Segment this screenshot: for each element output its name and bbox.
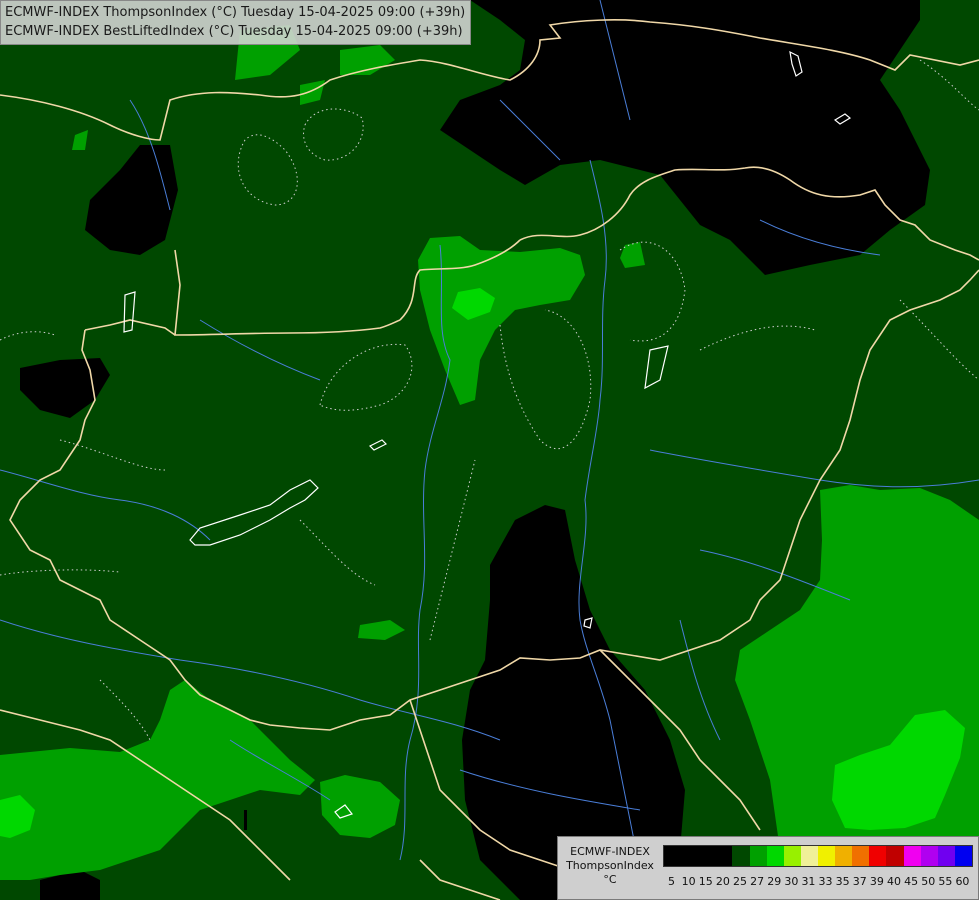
legend-swatch xyxy=(664,846,682,866)
legend-swatch xyxy=(749,846,767,866)
legend-title-line-3: °C xyxy=(603,873,617,886)
legend-swatch xyxy=(835,846,853,866)
legend-tick-label: 29 xyxy=(767,875,782,888)
legend-swatch xyxy=(681,846,699,866)
map-title-line-1: ECMWF-INDEX ThompsonIndex (°C) Tuesday 1… xyxy=(5,5,466,20)
legend-swatch xyxy=(783,846,801,866)
legend-title-line-2: ThompsonIndex xyxy=(566,859,654,872)
legend-tick-label: 50 xyxy=(921,875,936,888)
legend-ticks: 5 10 15 20 25 27 29 30 31 33 35 37 39 40 45 50 55 60 xyxy=(663,875,971,889)
legend-tick-label: 45 xyxy=(904,875,919,888)
legend-swatch xyxy=(869,846,887,866)
legend-swatch xyxy=(800,846,818,866)
legend-swatch xyxy=(920,846,938,866)
legend-swatches xyxy=(663,845,973,867)
map-title-box: ECMWF-INDEX ThompsonIndex (°C) Tuesday 1… xyxy=(0,0,472,45)
legend-tick-label: 15 xyxy=(698,875,713,888)
legend-swatch xyxy=(817,846,836,866)
legend-title-line-1: ECMWF-INDEX xyxy=(570,845,650,858)
legend-tick-label: 25 xyxy=(733,875,747,888)
legend-swatch xyxy=(715,846,733,866)
legend-tick-label: 10 xyxy=(681,875,696,888)
legend-tick-label: 30 xyxy=(784,875,799,888)
legend-tick-label: 40 xyxy=(887,875,901,888)
legend-title: ECMWF-INDEX ThompsonIndex °C xyxy=(562,845,658,887)
legend-tick-label: 20 xyxy=(715,875,730,888)
legend-tick-label: 35 xyxy=(835,875,850,888)
legend-tick-label: 5 xyxy=(668,875,676,888)
legend-swatch xyxy=(852,846,870,866)
legend-tick-label: 31 xyxy=(801,875,816,888)
legend-swatch xyxy=(954,846,972,866)
color-legend: ECMWF-INDEX ThompsonIndex °C 5 10 15 20 25 27… xyxy=(557,836,979,900)
marker-bar xyxy=(244,810,247,830)
legend-swatch xyxy=(886,846,904,866)
legend-swatch xyxy=(903,846,921,866)
legend-tick-label: 27 xyxy=(750,875,765,888)
legend-swatch xyxy=(732,846,750,866)
legend-swatch xyxy=(698,846,716,866)
legend-swatch xyxy=(937,846,955,866)
legend-tick-label: 37 xyxy=(852,875,867,888)
weather-map xyxy=(0,0,979,900)
map-title-line-2: ECMWF-INDEX BestLiftedIndex (°C) Tuesday… xyxy=(5,24,463,39)
legend-tick-label: 60 xyxy=(955,875,970,888)
legend-tick-label: 39 xyxy=(869,875,884,888)
legend-tick-label: 33 xyxy=(818,875,833,888)
legend-swatch xyxy=(766,846,784,866)
legend-tick-label: 55 xyxy=(938,875,953,888)
